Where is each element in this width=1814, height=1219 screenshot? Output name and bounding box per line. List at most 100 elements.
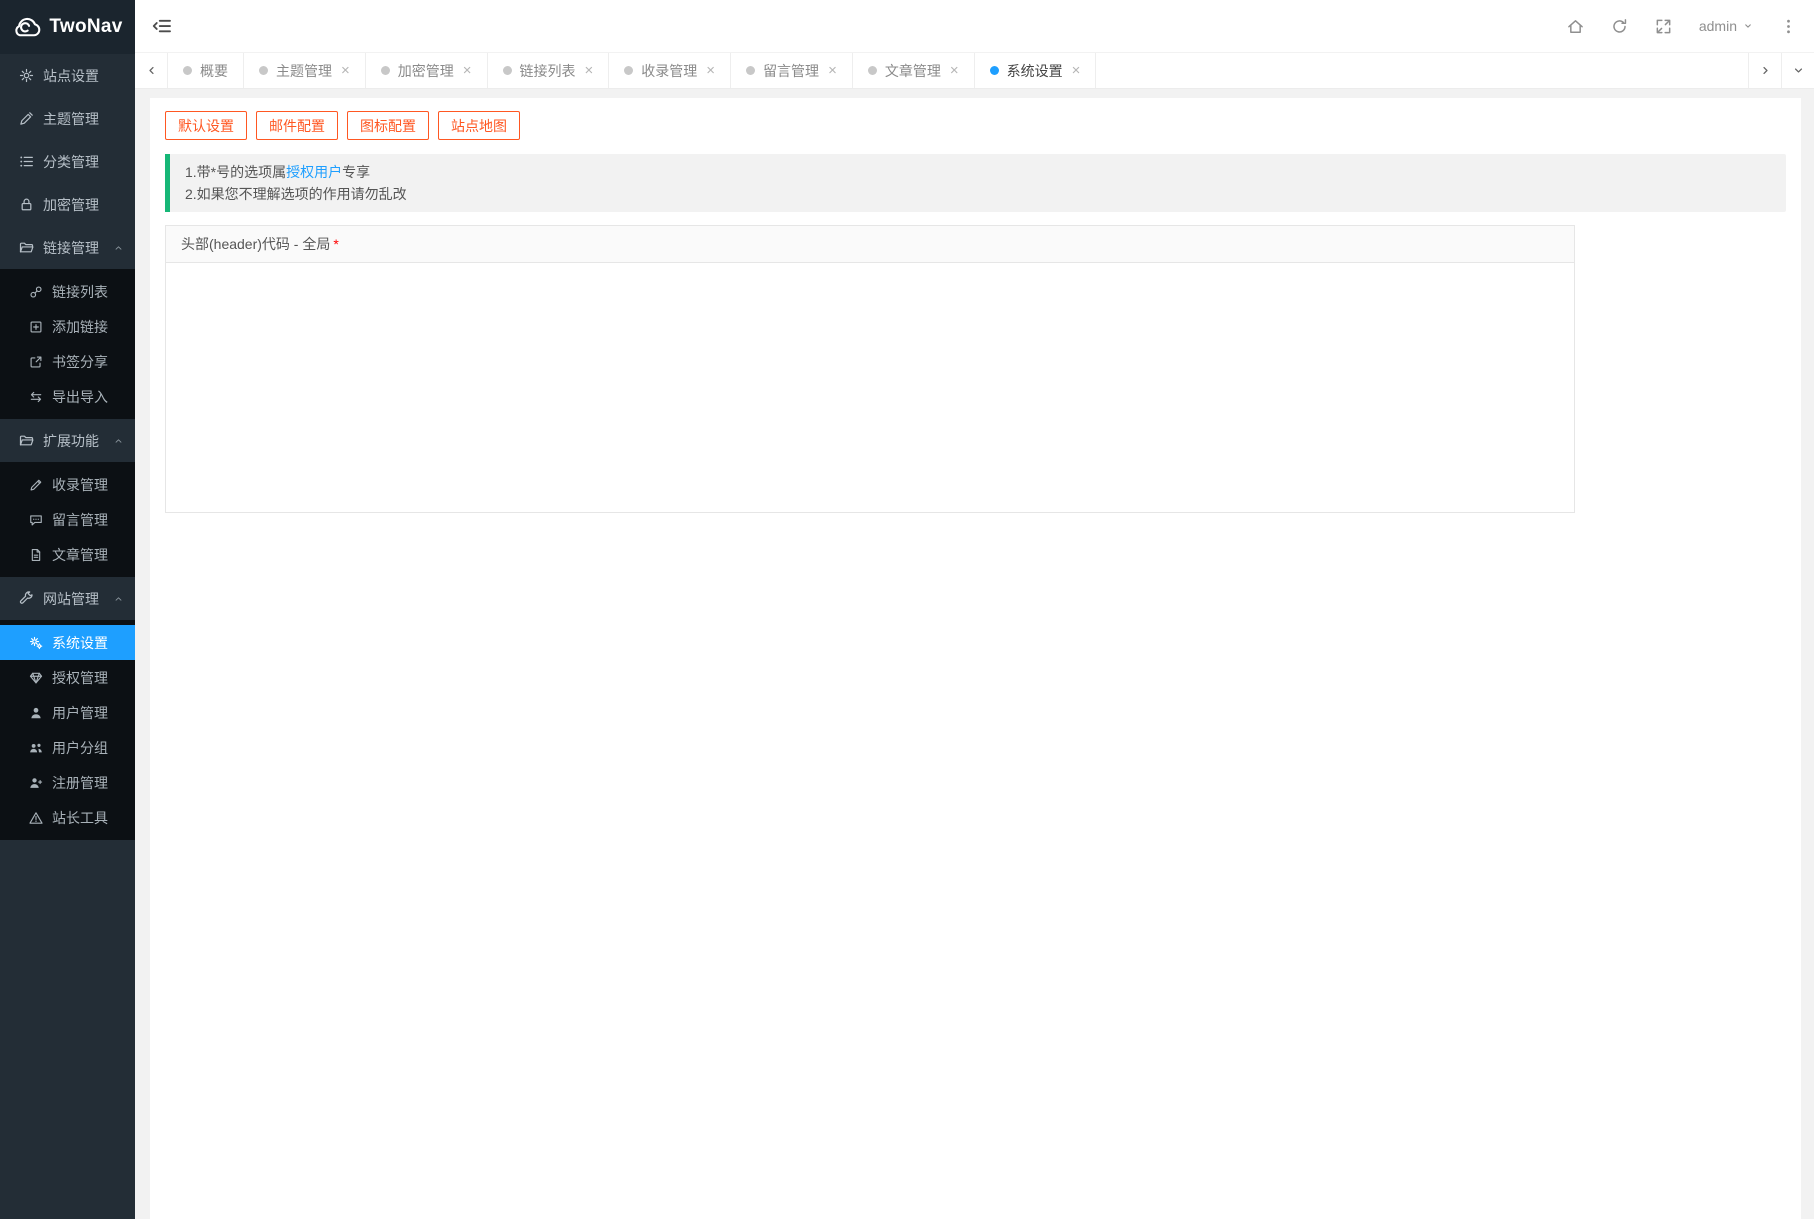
tabs-strip: 概要 主题管理 × 加密管理 × 链接列表 × 收录管理 × 留言管理 × 文章管理 × 系统设置 × [168, 53, 1097, 88]
sidebar-subitem-6-0[interactable]: 系统设置 [0, 625, 135, 660]
tab-7[interactable]: 系统设置 × [974, 53, 1097, 88]
home-icon[interactable] [1567, 18, 1584, 35]
sidebar-subitem-6-5[interactable]: 站长工具 [0, 800, 135, 835]
tab-bar: 概要 主题管理 × 加密管理 × 链接列表 × 收录管理 × 留言管理 × 文章管理 × 系统设置 × [135, 52, 1814, 89]
sidebar-item-1[interactable]: 主题管理 [0, 97, 135, 140]
required-marker: * [333, 236, 339, 252]
tab-4[interactable]: 收录管理 × [609, 53, 732, 88]
tab-label: 收录管理 [641, 62, 698, 79]
sidebar-subitem-6-3[interactable]: 用户分组 [0, 730, 135, 765]
sidebar: TwoNav 站点设置主题管理分类管理加密管理链接管理链接列表添加链接 书签分享导… [0, 0, 135, 1219]
sidebar-subitem-label: 文章管理 [52, 546, 108, 563]
tab-close-icon[interactable]: × [950, 63, 959, 78]
topbar: admin [135, 0, 1814, 52]
notice-line-1: 1.带*号的选项属授权用户专享 [185, 161, 1771, 183]
sidebar-item-5[interactable]: 扩展功能 [0, 419, 135, 462]
sidebar-item-6[interactable]: 网站管理 [0, 577, 135, 620]
user-icon [31, 707, 41, 718]
tab-6[interactable]: 文章管理 × [852, 53, 975, 88]
tab-close-icon[interactable]: × [463, 63, 472, 78]
notice-text: 1.带*号的选项属 [185, 164, 287, 180]
tabs-dropdown-button[interactable] [1781, 53, 1814, 88]
toolbar-button-2[interactable]: 图标配置 [347, 111, 429, 140]
chevron-right-icon [1762, 66, 1768, 75]
sidebar-subitem-label: 注册管理 [52, 774, 108, 791]
external-link-icon [30, 356, 42, 367]
app-title: TwoNav [49, 16, 123, 37]
sidebar-item-label: 加密管理 [43, 196, 99, 213]
chevron-up-icon [115, 596, 122, 601]
fullscreen-icon[interactable] [1655, 18, 1672, 35]
gear-icon [19, 68, 34, 83]
refresh-icon[interactable] [1611, 18, 1628, 35]
file-icon [31, 548, 41, 561]
sidebar-subitem-4-3[interactable]: 导出导入 [0, 379, 135, 414]
brush-icon [20, 112, 33, 125]
users-icon [30, 743, 42, 752]
exchange-icon [30, 391, 42, 402]
sidebar-subitem-6-1[interactable]: 授权管理 [0, 660, 135, 695]
tabs-scroll-right-button[interactable] [1748, 53, 1781, 88]
tab-close-icon[interactable]: × [341, 63, 350, 78]
tab-state-dot [867, 66, 877, 75]
app-logo[interactable]: TwoNav [0, 0, 135, 54]
link-icon [30, 285, 42, 298]
cogs-icon [29, 636, 43, 649]
sidebar-item-label: 主题管理 [43, 110, 99, 127]
more-options-icon[interactable] [1780, 18, 1797, 35]
pencil-icon [30, 479, 42, 490]
user-menu[interactable]: admin [1699, 18, 1753, 34]
sidebar-subitem-5-0[interactable]: 收录管理 [0, 467, 135, 502]
tab-close-icon[interactable]: × [585, 63, 594, 78]
toolbar-button-0[interactable]: 默认设置 [165, 111, 247, 140]
tab-5[interactable]: 留言管理 × [731, 53, 853, 88]
notice-line-2: 2.如果您不理解选项的作用请勿乱改 [185, 186, 407, 202]
sidebar-item-label: 链接管理 [43, 239, 99, 256]
header-code-label-text: 头部(header)代码 - 全局 [181, 236, 331, 252]
sidebar-subitem-label: 链接列表 [52, 283, 108, 300]
tab-close-icon[interactable]: × [828, 63, 837, 78]
user-plus-icon [30, 777, 43, 788]
folder-icon [19, 435, 34, 446]
fold-sidebar-icon[interactable] [152, 16, 172, 36]
toolbar-button-3[interactable]: 站点地图 [438, 111, 520, 140]
app-root: TwoNav 站点设置 主题管理 分类管理 加密管理 链接管理 链接列表 添加链接 书签分享导… [0, 0, 1814, 1219]
tab-label: 系统设置 [1006, 62, 1063, 79]
sidebar-item-label: 站点设置 [43, 67, 99, 84]
sidebar-item-3[interactable]: 加密管理 [0, 183, 135, 226]
plus-square-icon [30, 321, 42, 332]
sidebar-subitem-6-2[interactable]: 用户管理 [0, 695, 135, 730]
toolbar-button-1[interactable]: 邮件配置 [256, 111, 338, 140]
tab-close-icon[interactable]: × [1072, 63, 1081, 78]
cloud-logo-icon [15, 17, 41, 37]
chevron-left-icon [148, 66, 154, 75]
sidebar-item-0[interactable]: 站点设置 [0, 54, 135, 97]
sidebar-subitem-4-2[interactable]: 书签分享 [0, 344, 135, 379]
chevron-down-icon [1794, 68, 1802, 73]
authorized-user-link[interactable]: 授权用户 [286, 164, 342, 180]
sidebar-subitem-4-0[interactable]: 链接列表 [0, 274, 135, 309]
sidebar-subitem-label: 用户分组 [52, 739, 108, 756]
tab-2[interactable]: 加密管理 × [365, 53, 488, 88]
tab-0[interactable]: 概要 [168, 53, 244, 88]
tab-1[interactable]: 主题管理 × [244, 53, 366, 88]
sidebar-item-2[interactable]: 分类管理 [0, 140, 135, 183]
header-code-editor[interactable] [165, 263, 1575, 513]
sidebar-subitem-label: 授权管理 [52, 669, 108, 686]
sidebar-subitem-6-4[interactable]: 注册管理 [0, 765, 135, 800]
sidebar-subitem-5-2[interactable]: 文章管理 [0, 537, 135, 572]
tab-state-dot [183, 66, 192, 75]
tab-state-dot [746, 66, 756, 75]
tab-3[interactable]: 链接列表 × [487, 53, 610, 88]
tab-label: 加密管理 [397, 62, 454, 79]
sidebar-item-label: 网站管理 [43, 590, 99, 607]
sidebar-subitem-4-1[interactable]: 添加链接 [0, 309, 135, 344]
tab-close-icon[interactable]: × [706, 63, 715, 78]
sidebar-item-label: 分类管理 [43, 153, 99, 170]
header-code-section-label: 头部(header)代码 - 全局 * [165, 225, 1575, 263]
sidebar-submenu-5: 收录管理 留言管理文章管理 [0, 462, 135, 577]
chevron-down-icon [1745, 24, 1751, 28]
sidebar-subitem-5-1[interactable]: 留言管理 [0, 502, 135, 537]
sidebar-item-4[interactable]: 链接管理 [0, 226, 135, 269]
tabs-scroll-left-button[interactable] [135, 53, 168, 88]
